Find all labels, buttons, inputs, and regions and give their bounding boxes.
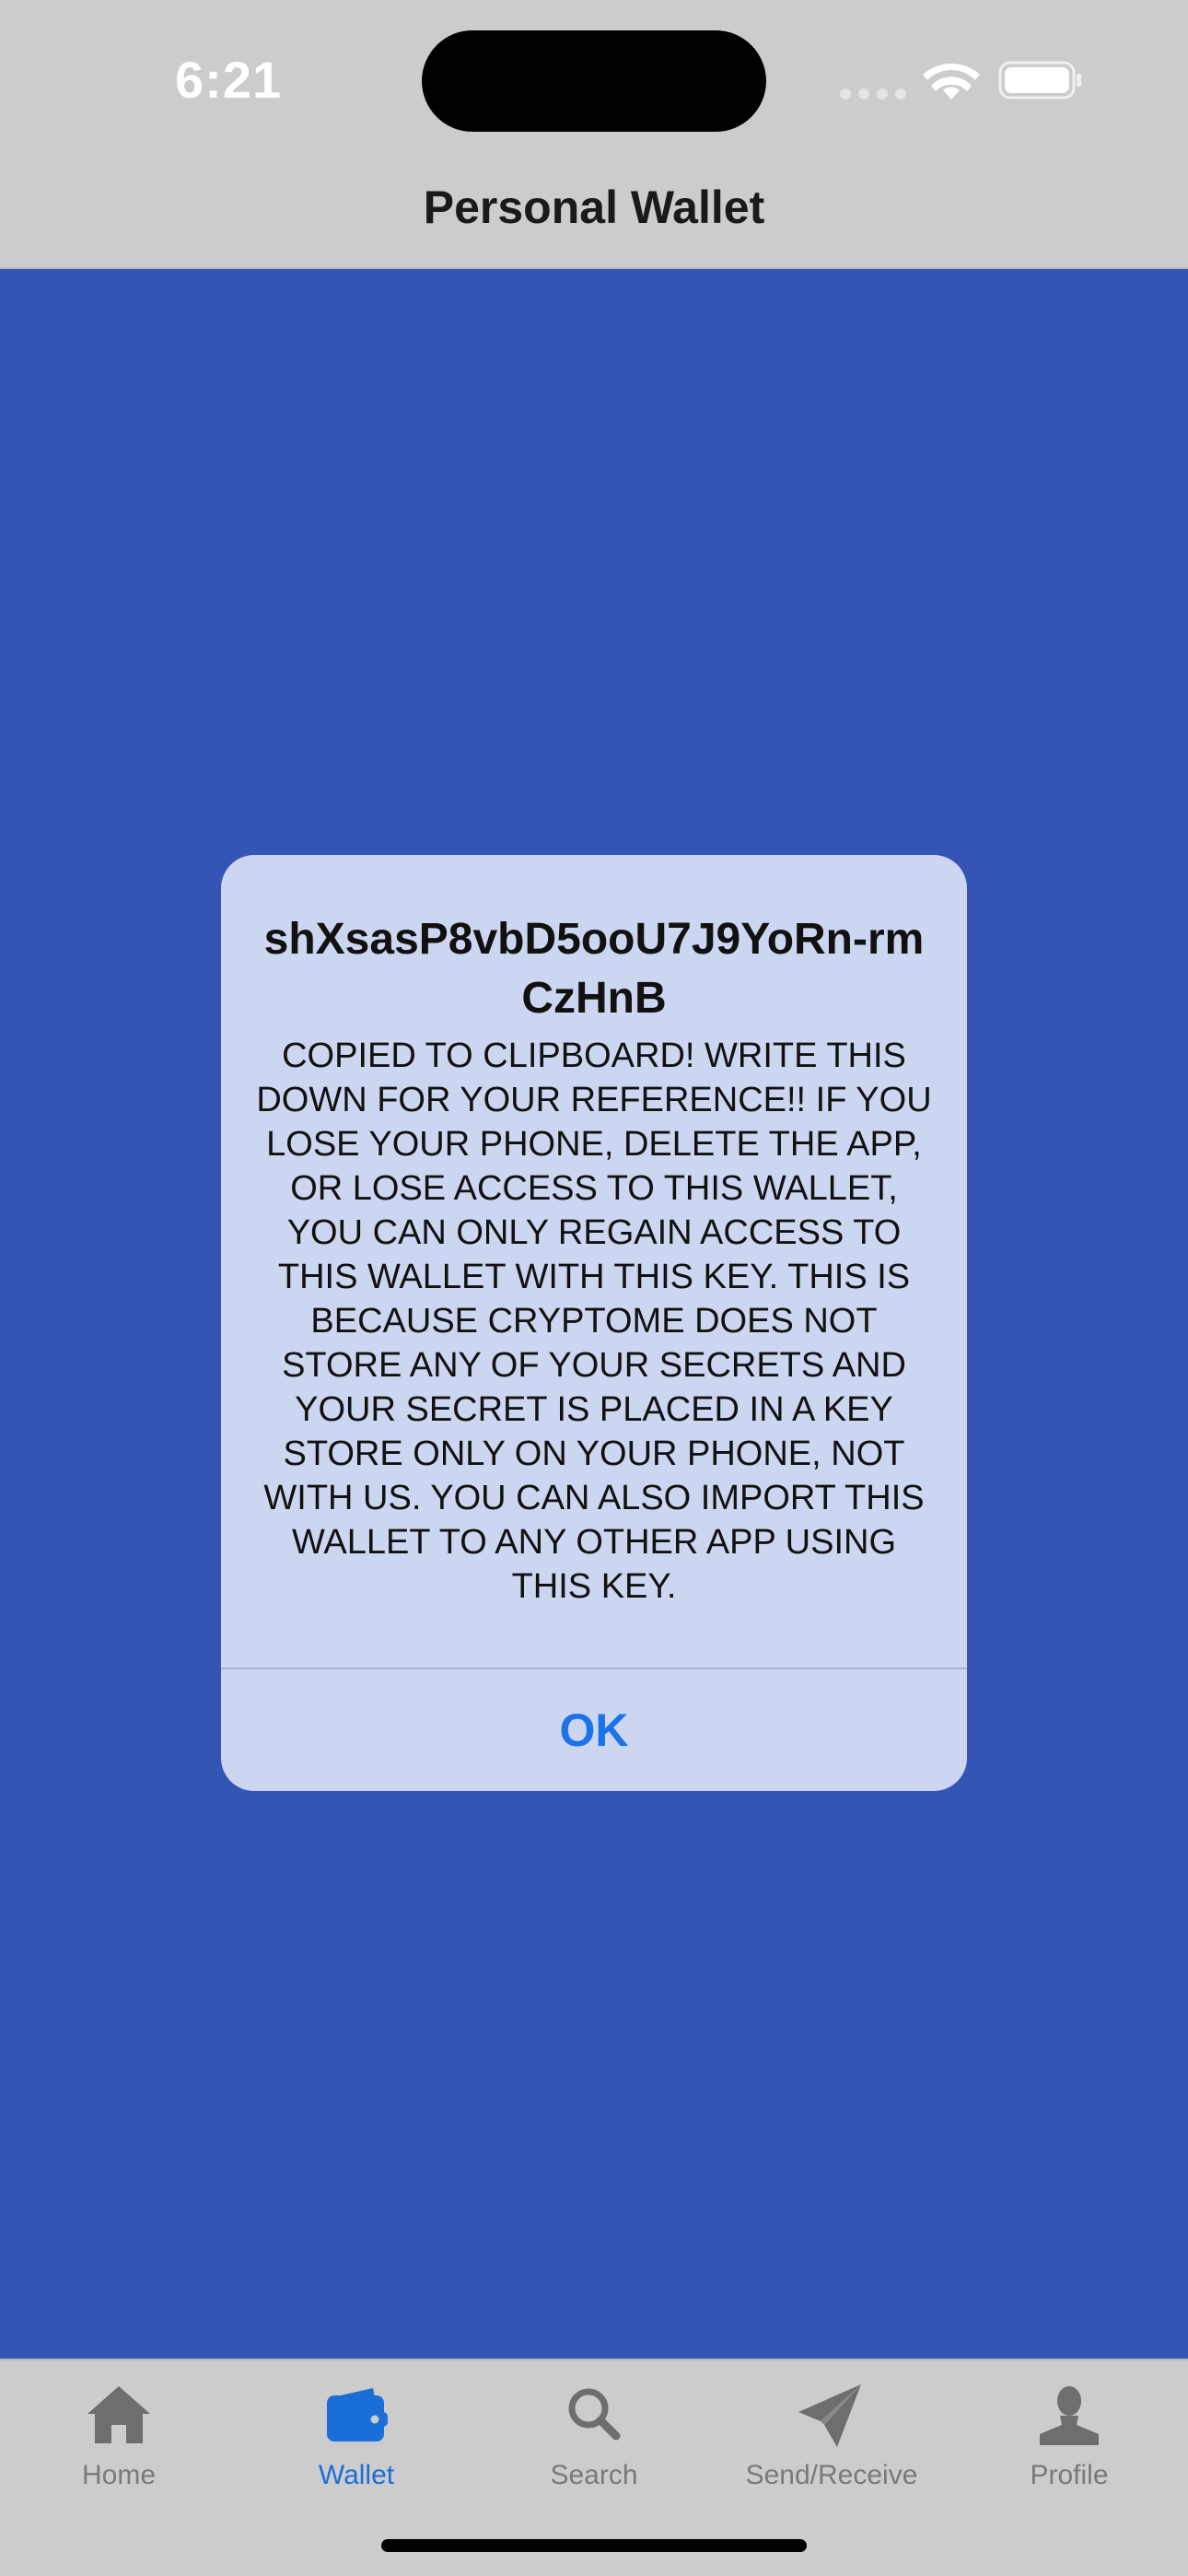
paper-plane-icon xyxy=(798,2384,861,2447)
cellular-signal-icon xyxy=(840,88,906,100)
wallet-icon xyxy=(327,2388,388,2441)
top-bar: 6:21 Personal Wallet xyxy=(0,0,1188,269)
status-time: 6:21 xyxy=(175,51,283,109)
tab-label-wallet: Wallet xyxy=(318,2460,395,2490)
nav-divider xyxy=(0,267,1188,269)
ok-button[interactable]: OK xyxy=(221,1669,967,1791)
wifi-icon xyxy=(923,63,980,100)
alert-message: COPIED TO CLIPBOARD! WRITE THIS DOWN FOR… xyxy=(256,1036,932,1606)
private-key-alert: shXsasP8vbD5ooU7J9YoRn-rmCzHnB COPIED TO… xyxy=(221,855,967,1791)
tab-send-receive[interactable]: Send/Receive xyxy=(713,2360,950,2508)
alert-title: shXsasP8vbD5ooU7J9YoRn-rmCzHnB xyxy=(263,915,925,1023)
dynamic-island xyxy=(422,30,766,132)
page-title: Personal Wallet xyxy=(423,181,765,233)
tab-profile[interactable]: Profile xyxy=(950,2360,1188,2508)
tab-search[interactable]: Search xyxy=(475,2360,713,2508)
tab-home[interactable]: Home xyxy=(0,2360,238,2508)
screen: 6:21 Personal Wallet shXsasP8vbD5ooU7J9Y… xyxy=(0,0,1188,2576)
tab-label-profile: Profile xyxy=(1030,2460,1109,2490)
tab-label-home: Home xyxy=(81,2460,157,2490)
person-icon xyxy=(1040,2386,1099,2445)
battery-icon xyxy=(998,61,1081,100)
tab-label-send-receive: Send/Receive xyxy=(745,2460,918,2490)
home-icon xyxy=(87,2386,150,2443)
tab-label-search: Search xyxy=(550,2460,638,2490)
tab-wallet[interactable]: Wallet xyxy=(238,2360,475,2508)
search-icon xyxy=(568,2388,621,2441)
home-indicator xyxy=(381,2539,807,2552)
